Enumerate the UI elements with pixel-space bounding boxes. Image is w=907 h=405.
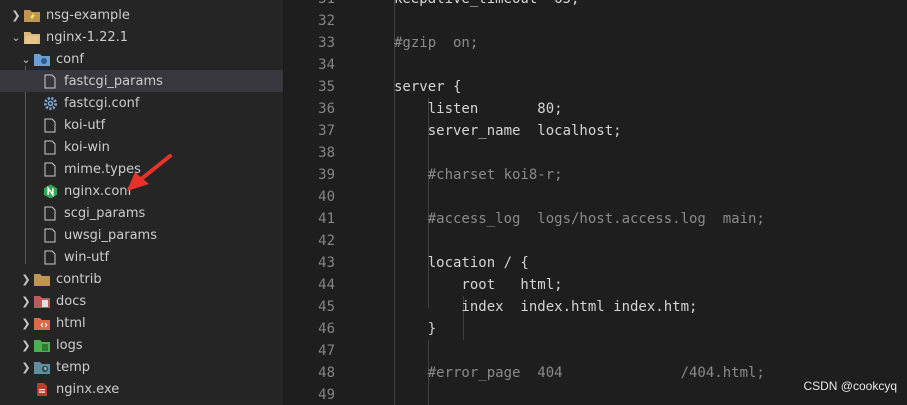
line-number: 40 <box>318 189 335 205</box>
code-line: #charset koi8-r; <box>394 167 563 183</box>
chevron-right-icon: ❯ <box>21 294 31 308</box>
tree-item-contrib[interactable]: ❯ contrib <box>0 268 283 290</box>
file-icon <box>42 139 58 155</box>
tree-item-koi-utf[interactable]: koi-utf <box>0 114 283 136</box>
folder-icon <box>34 271 50 287</box>
tree-item-nginx-conf[interactable]: nginx.conf <box>0 180 283 202</box>
folder-html-icon <box>34 315 50 331</box>
line-number: 33 <box>318 35 335 51</box>
chevron-right-icon: ❯ <box>11 8 21 22</box>
code-line: } <box>394 321 437 337</box>
file-icon <box>42 117 58 133</box>
tree-item-label: win-utf <box>64 249 110 265</box>
tree-item-label: conf <box>56 51 84 67</box>
tree-item-conf[interactable]: ⌄ conf <box>0 48 283 70</box>
folder-logs-icon <box>34 337 50 353</box>
folder-temp-icon <box>34 359 50 375</box>
line-number: 46 <box>318 321 335 337</box>
file-icon <box>42 249 58 265</box>
tree-item-label: fastcgi.conf <box>64 95 140 111</box>
tree-item-label: nsg-example <box>46 7 130 23</box>
indent-guide <box>394 0 395 405</box>
tree-item-label: logs <box>56 337 83 353</box>
tree-item-nsg-example[interactable]: ❯ nsg-example <box>0 4 283 26</box>
line-number: 43 <box>318 255 335 271</box>
nginx-icon <box>42 183 58 199</box>
line-number: 37 <box>318 123 335 139</box>
code-line: keepalive_timeout 65; <box>394 0 579 10</box>
code-line: #error_page 404 /404.html; <box>394 365 765 381</box>
explorer-sidebar: ❯ nsg-example ⌄ nginx-1.22.1 ⌄ conf fast… <box>0 0 284 405</box>
folder-open-icon <box>24 29 40 45</box>
line-number-gutter: 31 32 33 34 35 36 37 38 39 40 41 42 43 4… <box>285 0 335 405</box>
tree-item-label: docs <box>56 293 87 309</box>
line-number: 49 <box>318 387 335 403</box>
tree-item-label: nginx.conf <box>64 183 133 199</box>
code-editor[interactable]: 31 32 33 34 35 36 37 38 39 40 41 42 43 4… <box>285 0 907 405</box>
tree-item-mime-types[interactable]: mime.types <box>0 158 283 180</box>
tree-item-nginx-exe[interactable]: nginx.exe <box>0 378 283 400</box>
tree-item-koi-win[interactable]: koi-win <box>0 136 283 158</box>
line-number: 35 <box>318 79 335 95</box>
code-line: #access_log logs/host.access.log main; <box>394 211 765 227</box>
chevron-right-icon: ❯ <box>21 360 31 374</box>
tree-item-nginx-1-22-1[interactable]: ⌄ nginx-1.22.1 <box>0 26 283 48</box>
chevron-right-icon: ❯ <box>21 272 31 286</box>
tree-item-label: nginx-1.22.1 <box>46 29 129 45</box>
exe-icon <box>34 381 50 397</box>
gear-icon <box>42 95 58 111</box>
folder-lightning-icon <box>24 7 40 23</box>
tree-item-fastcgi-params[interactable]: fastcgi_params <box>0 70 283 92</box>
tree-item-scgi-params[interactable]: scgi_params <box>0 202 283 224</box>
tree-item-html[interactable]: ❯ html <box>0 312 283 334</box>
line-number: 48 <box>318 365 335 381</box>
chevron-right-icon: ❯ <box>21 338 31 352</box>
line-number: 42 <box>318 233 335 249</box>
code-line: index index.html index.htm; <box>394 299 698 315</box>
tree-item-logs[interactable]: ❯ logs <box>0 334 283 356</box>
tree-item-temp[interactable]: ❯ temp <box>0 356 283 378</box>
code-line: #gzip on; <box>394 35 479 51</box>
chevron-right-icon: ❯ <box>21 316 31 330</box>
line-number: 38 <box>318 145 335 161</box>
tree-item-label: fastcgi_params <box>64 73 163 89</box>
code-line: server { <box>394 79 462 95</box>
code-line: listen 80; <box>394 101 563 117</box>
line-number: 45 <box>318 299 335 315</box>
folder-docs-icon <box>34 293 50 309</box>
code-line: location / { <box>394 255 529 271</box>
code-line: root html; <box>394 277 563 293</box>
line-number: 31 <box>285 0 335 10</box>
tree-item-label: html <box>56 315 86 331</box>
watermark: CSDN @cookcyq <box>803 379 897 393</box>
tree-item-docs[interactable]: ❯ docs <box>0 290 283 312</box>
tree-item-uwsgi-params[interactable]: uwsgi_params <box>0 224 283 246</box>
tree-item-label: nginx.exe <box>56 381 120 397</box>
line-number: 36 <box>318 101 335 117</box>
folder-config-icon <box>34 51 50 67</box>
file-icon <box>42 227 58 243</box>
line-number: 41 <box>318 211 335 227</box>
tree-item-label: scgi_params <box>64 205 146 221</box>
tree-item-label: contrib <box>56 271 102 287</box>
chevron-down-icon: ⌄ <box>21 52 31 66</box>
tree-item-label: uwsgi_params <box>64 227 157 243</box>
tree-item-fastcgi-conf[interactable]: fastcgi.conf <box>0 92 283 114</box>
line-number: 47 <box>318 343 335 359</box>
line-number: 32 <box>318 13 335 29</box>
line-number: 39 <box>318 167 335 183</box>
tree-item-label: koi-win <box>64 139 110 155</box>
file-icon <box>42 161 58 177</box>
tree-item-label: koi-utf <box>64 117 106 133</box>
tree-item-label: mime.types <box>64 161 141 177</box>
code-line: server_name localhost; <box>394 123 622 139</box>
tree-item-label: temp <box>56 359 91 375</box>
file-icon <box>42 73 58 89</box>
file-icon <box>42 205 58 221</box>
tree-item-win-utf[interactable]: win-utf <box>0 246 283 268</box>
chevron-down-icon: ⌄ <box>11 30 21 44</box>
line-number: 44 <box>318 277 335 293</box>
line-number: 34 <box>318 57 335 73</box>
